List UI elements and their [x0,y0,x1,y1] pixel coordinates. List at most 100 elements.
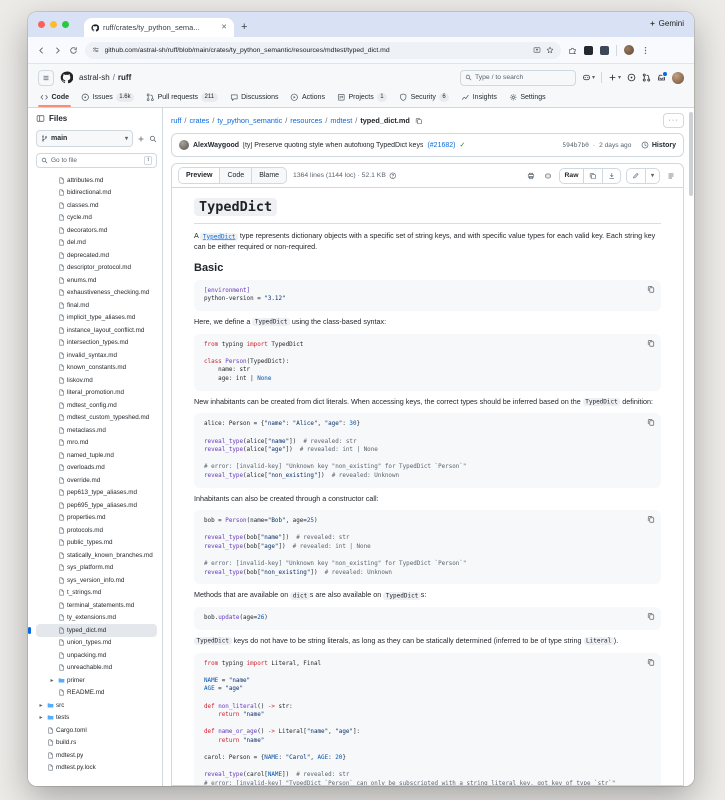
site-info-icon[interactable] [92,46,100,54]
address-bar[interactable]: github.com/astral-sh/ruff/blob/main/crat… [85,42,561,59]
commit-author-avatar[interactable] [179,140,189,150]
tree-item-mdtest.py[interactable]: mdtest.py [36,749,157,762]
tree-item-union_types.md[interactable]: union_types.md [36,637,157,650]
breadcrumb-link[interactable]: mdtest [330,116,352,125]
tab-preview[interactable]: Preview [179,168,220,183]
copy-code-button[interactable] [647,339,655,347]
tree-item-pep695_type_aliases.md[interactable]: pep695_type_aliases.md [36,499,157,512]
extension-icon-1[interactable] [584,46,593,55]
tab-code[interactable]: Code [220,168,252,183]
user-avatar[interactable] [672,72,684,84]
tree-item-unpacking.md[interactable]: unpacking.md [36,649,157,662]
tree-item-README.md[interactable]: README.md [36,687,157,700]
add-file-button[interactable] [137,135,145,143]
commit-time[interactable]: 2 days ago [599,142,631,149]
tree-item-instance_layout_conflict.md[interactable]: instance_layout_conflict.md [36,324,157,337]
nav-item-settings[interactable]: Settings [504,90,551,107]
tree-item-known_constants.md[interactable]: known_constants.md [36,362,157,375]
tree-item-mdtest_custom_typeshed.md[interactable]: mdtest_custom_typeshed.md [36,412,157,425]
extensions-puzzle-icon[interactable] [568,46,577,55]
commit-author[interactable]: AlexWaygood [193,142,239,149]
copy-code-button[interactable] [647,285,655,293]
nav-item-discussions[interactable]: Discussions [225,90,284,107]
nav-item-security[interactable]: Security6 [394,90,454,107]
tree-item-tests[interactable]: ▸tests [36,712,157,725]
loc-help-icon[interactable] [389,172,397,180]
tree-item-mdtest.py.lock[interactable]: mdtest.py.lock [36,762,157,775]
copy-code-button[interactable] [647,515,655,523]
new-tab-button[interactable]: + [241,22,247,33]
commit-pr-link[interactable]: (#21682) [427,142,455,149]
tree-item-t_strings.md[interactable]: t_strings.md [36,587,157,600]
copilot-file-button[interactable] [542,170,554,182]
repo-link[interactable]: ruff [118,73,131,82]
tree-item-named_tuple.md[interactable]: named_tuple.md [36,449,157,462]
copy-path-icon[interactable] [415,117,423,125]
tree-item-overloads.md[interactable]: overloads.md [36,462,157,475]
forward-button[interactable] [53,46,62,55]
copilot-menu-button[interactable]: ▾ [582,73,595,82]
tree-item-override.md[interactable]: override.md [36,474,157,487]
copy-code-button[interactable] [647,418,655,426]
back-button[interactable] [37,46,46,55]
search-this-repo-button[interactable] [149,135,157,143]
global-search-button[interactable]: Type / to search [460,70,576,86]
print-button[interactable] [525,170,537,182]
tree-item-pep613_type_aliases.md[interactable]: pep613_type_aliases.md [36,487,157,500]
collapse-sidebar-icon[interactable] [36,114,45,123]
download-raw-button[interactable] [603,169,621,183]
breadcrumb-link[interactable]: resources [290,116,322,125]
tree-item-mdtest_config.md[interactable]: mdtest_config.md [36,399,157,412]
create-new-button[interactable]: ▾ [608,73,621,82]
tab-close-icon[interactable]: ✕ [221,24,227,31]
share-icon[interactable] [533,46,541,54]
tree-item-decorators.md[interactable]: decorators.md [36,224,157,237]
go-to-file-input[interactable]: Go to file t [36,153,157,168]
chevron-right-icon[interactable]: ▸ [49,677,55,684]
copy-code-button[interactable] [647,612,655,620]
nav-item-issues[interactable]: Issues1.6k [76,90,139,107]
copy-raw-button[interactable] [584,169,603,183]
chevron-right-icon[interactable]: ▸ [38,714,44,721]
tree-item-liskov.md[interactable]: liskov.md [36,374,157,387]
your-issues-icon[interactable] [627,73,636,82]
tree-item-typed_dict.md[interactable]: typed_dict.md [36,624,157,637]
tree-item-deprecated.md[interactable]: deprecated.md [36,249,157,262]
nav-item-code[interactable]: Code [35,90,74,107]
close-window-button[interactable] [38,21,45,28]
breadcrumb-link[interactable]: crates [189,116,209,125]
nav-item-insights[interactable]: Insights [456,90,502,107]
tree-item-sys_platform.md[interactable]: sys_platform.md [36,562,157,575]
chevron-right-icon[interactable]: ▸ [38,702,44,709]
tree-item-mro.md[interactable]: mro.md [36,437,157,450]
extension-icon-2[interactable] [600,46,609,55]
tree-item-src[interactable]: ▸src [36,699,157,712]
history-button[interactable]: History [635,141,676,149]
outline-button[interactable] [665,170,677,182]
commit-sha[interactable]: 594b7b0 [562,142,589,149]
raw-button[interactable]: Raw [560,169,585,183]
commit-checks-passed-icon[interactable]: ✓ [459,141,465,149]
tree-item-classes.md[interactable]: classes.md [36,199,157,212]
breadcrumb-link[interactable]: ty_python_semantic [217,116,282,125]
branch-selector[interactable]: main ▾ [36,130,133,147]
browser-menu-icon[interactable] [641,46,650,55]
your-pull-requests-icon[interactable] [642,73,651,82]
tab-blame[interactable]: Blame [252,168,286,183]
browser-tab[interactable]: ruff/crates/ty_python_sema... ✕ [84,18,234,37]
breadcrumb-link[interactable]: ruff [171,116,181,125]
tree-item-cycle.md[interactable]: cycle.md [36,212,157,225]
tree-item-sys_version_info.md[interactable]: sys_version_info.md [36,574,157,587]
tree-item-descriptor_protocol.md[interactable]: descriptor_protocol.md [36,262,157,275]
tree-item-exhaustiveness_checking.md[interactable]: exhaustiveness_checking.md [36,287,157,300]
edit-dropdown-button[interactable]: ▾ [646,169,659,183]
zoom-window-button[interactable] [62,21,69,28]
tree-item-metaclass.md[interactable]: metaclass.md [36,424,157,437]
tree-item-properties.md[interactable]: properties.md [36,512,157,525]
tree-item-del.md[interactable]: del.md [36,237,157,250]
tree-item-literal_promotion.md[interactable]: literal_promotion.md [36,387,157,400]
tree-item-Cargo.toml[interactable]: Cargo.toml [36,724,157,737]
tree-item-unreachable.md[interactable]: unreachable.md [36,662,157,675]
tree-item-protocols.md[interactable]: protocols.md [36,524,157,537]
inline-code-link[interactable]: TypedDict [200,231,238,240]
